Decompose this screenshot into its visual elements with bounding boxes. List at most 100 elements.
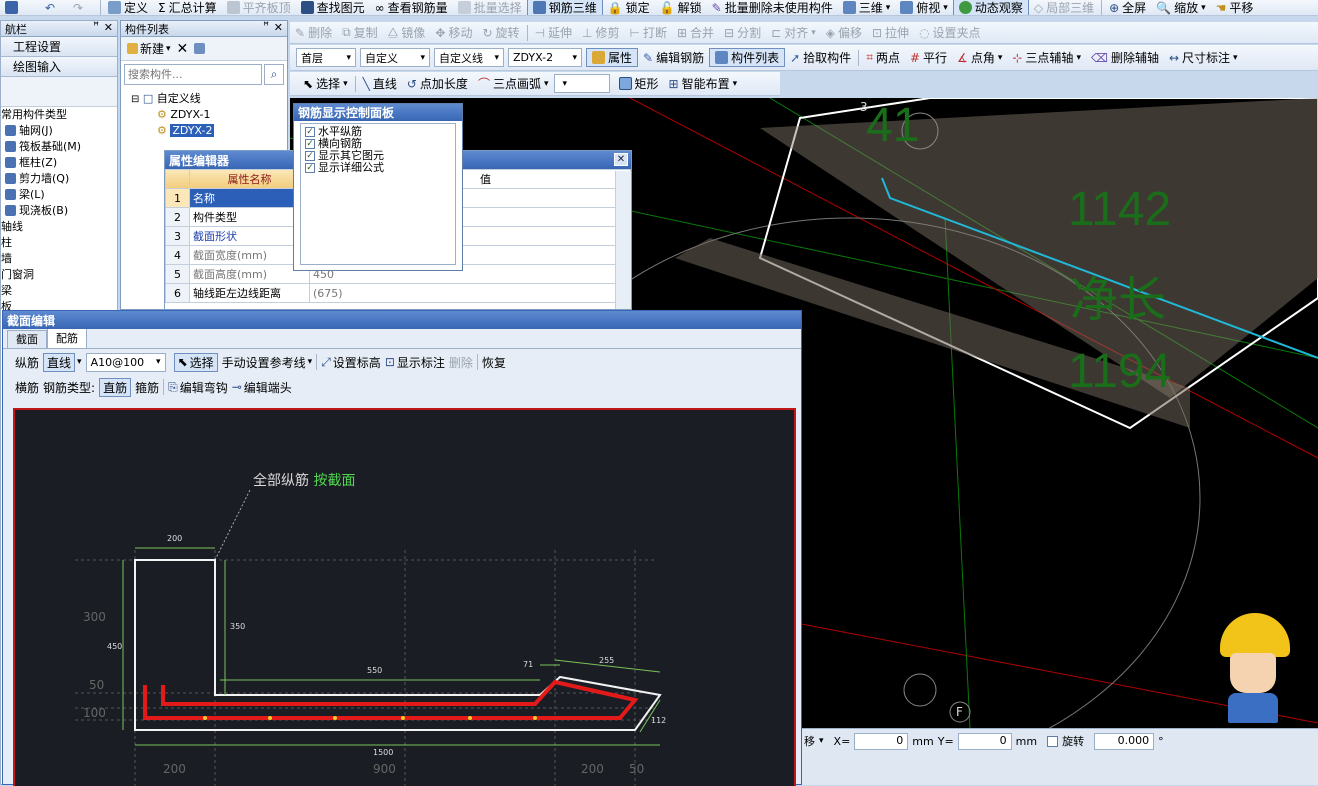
nav-cat-beam[interactable]: 梁 xyxy=(1,283,117,299)
three-point-axis-button[interactable]: ⊹ 三点辅轴 ▾ xyxy=(1007,48,1086,68)
rectangle-button[interactable]: 矩形 xyxy=(614,74,664,94)
category-select[interactable]: 自定义 xyxy=(360,48,430,67)
component-list-button[interactable]: 构件列表 xyxy=(709,48,786,67)
lock-button[interactable]: 🔒 锁定 xyxy=(603,0,655,16)
y-input[interactable]: 0 xyxy=(957,732,1012,750)
pick-component-button[interactable]: ➚ 拾取构件 xyxy=(785,48,856,68)
delete-button[interactable]: ✎ 删除 xyxy=(290,23,337,43)
save-button[interactable] xyxy=(0,0,40,15)
new-component-button[interactable]: 新建 ▾ xyxy=(127,40,171,57)
smart-layout-button[interactable]: ⊞ 智能布置 ▾ xyxy=(664,74,743,94)
align-button[interactable]: ⊏ 对齐 ▾ xyxy=(766,23,821,43)
view-3d-button[interactable]: 三维 ▾ xyxy=(838,0,896,15)
delete-button[interactable]: 删除 xyxy=(449,354,473,371)
break-button[interactable]: ⊢ 打断 xyxy=(625,23,672,43)
show-dimension-button[interactable]: ⊡ 显示标注 xyxy=(385,354,445,371)
nav-item-frame-column[interactable]: 框柱(Z) xyxy=(1,155,117,171)
nav-item-beam[interactable]: 梁(L) xyxy=(1,187,117,203)
nav-cat-column[interactable]: 柱 xyxy=(1,235,117,251)
manual-ref-line-button[interactable]: 手动设置参考线 ▾ xyxy=(222,354,313,371)
component-search-input[interactable] xyxy=(124,63,262,85)
top-view-button[interactable]: 俯视 ▾ xyxy=(895,0,953,15)
tree-root[interactable]: ⊟ □ 自定义线 xyxy=(131,91,287,107)
rotate-button[interactable]: ↻ 旋转 xyxy=(477,23,524,43)
arc-option-select[interactable] xyxy=(553,74,610,93)
nav-item-raft-foundation[interactable]: 筏板基础(M) xyxy=(1,139,117,155)
stretch-button[interactable]: ⊡ 拉伸 xyxy=(867,23,914,43)
tree-item[interactable]: ⚙ ZDYX-1 xyxy=(131,107,287,123)
zoom-button[interactable]: 🔍 缩放 ▾ xyxy=(1151,0,1211,16)
pan-button[interactable]: ☚ 平移 xyxy=(1211,0,1259,16)
tree-item-selected[interactable]: ⚙ ZDYX-2 xyxy=(131,123,287,139)
line-button[interactable]: ╲ 直线 xyxy=(358,74,402,94)
type-select[interactable]: 自定义线 xyxy=(434,48,504,67)
properties-button[interactable]: 属性 xyxy=(586,48,639,67)
tab-rebar[interactable]: 配筋 xyxy=(47,328,87,348)
undo-button[interactable]: ↶ xyxy=(40,0,68,15)
rotate-checkbox[interactable] xyxy=(1047,735,1059,747)
restore-button[interactable]: 恢复 xyxy=(482,354,506,371)
section-canvas[interactable]: 全部纵筋 按截面 200 350 550 71 255 450 112 1500… xyxy=(13,408,796,786)
collapse-icon[interactable]: ⊟ xyxy=(131,94,139,105)
local-3d-button[interactable]: ◇ 局部三维 xyxy=(1029,0,1099,16)
batch-select-button[interactable]: 批量选择 xyxy=(453,0,527,15)
type-stirrup-button[interactable]: 箍筋 xyxy=(135,379,159,396)
dimension-button[interactable]: ↔ 尺寸标注 ▾ xyxy=(1164,48,1243,68)
close-icon[interactable]: ✕ xyxy=(104,21,113,34)
delete-x-icon[interactable]: ✕ xyxy=(177,41,189,57)
x-input[interactable]: 0 xyxy=(854,732,909,750)
nav-item-slab[interactable]: 现浇板(B) xyxy=(1,203,117,219)
pin-icon[interactable]: ꟸ xyxy=(263,21,269,32)
nav-item-axis-grid[interactable]: 轴网(J) xyxy=(1,123,117,139)
view-rebar-amount-button[interactable]: ∞ 查看钢筋量 xyxy=(370,0,453,16)
mode-straight-select[interactable]: 直线 ▾ xyxy=(43,352,82,372)
table-row[interactable]: 6 轴线距左边线距离 (675) xyxy=(165,283,631,303)
nav-cat-opening[interactable]: 门窗洞 xyxy=(1,267,117,283)
trim-button[interactable]: ⊥ 修剪 xyxy=(577,23,624,43)
extend-button[interactable]: ⊣ 延伸 xyxy=(530,23,577,43)
delete-axis-button[interactable]: ⌫ 删除辅轴 xyxy=(1086,48,1164,68)
point-length-button[interactable]: ↺ 点加长度 xyxy=(402,74,473,94)
offset-button[interactable]: ◈ 偏移 xyxy=(821,23,867,43)
nav-drawing-input[interactable]: 绘图输入 xyxy=(1,57,117,77)
copy-icon[interactable] xyxy=(194,43,206,54)
rebar-3d-button[interactable]: 钢筋三维 xyxy=(526,0,603,15)
select-button[interactable]: ⬉ 选择 ▾ xyxy=(298,74,353,94)
copy-button[interactable]: ⧉ 复制 xyxy=(337,23,383,43)
parallel-button[interactable]: # 平行 xyxy=(905,48,952,68)
edit-end-button[interactable]: ⊸ 编辑端头 xyxy=(232,379,292,396)
checkbox-detail-formula[interactable]: ✓ 显示详细公式 xyxy=(305,162,451,174)
by-section-link[interactable]: 按截面 xyxy=(313,473,355,489)
close-icon[interactable]: ✕ xyxy=(274,21,283,34)
align-slab-top-button[interactable]: 平齐板顶 xyxy=(222,0,296,15)
floor-select[interactable]: 首层 xyxy=(296,48,356,67)
search-icon[interactable]: ⌕ xyxy=(264,63,284,85)
nav-group-common[interactable]: 常用构件类型 xyxy=(1,107,117,123)
fullscreen-button[interactable]: ⊕ 全屏 xyxy=(1104,0,1151,16)
three-point-arc-button[interactable]: ⌒ 三点画弧 ▾ xyxy=(473,74,554,94)
point-angle-button[interactable]: ∡ 点角 ▾ xyxy=(952,48,1007,68)
move-button[interactable]: ✥ 移动 xyxy=(430,23,477,43)
unlock-button[interactable]: 🔓 解锁 xyxy=(655,0,707,16)
redo-button[interactable]: ↷ xyxy=(68,0,98,15)
merge-button[interactable]: ⊞ 合并 xyxy=(672,23,719,43)
prop-value[interactable]: (675) xyxy=(309,283,631,303)
pin-icon[interactable]: ꟸ xyxy=(93,21,99,32)
nav-item-shear-wall[interactable]: 剪力墙(Q) xyxy=(1,171,117,187)
component-select[interactable]: ZDYX-2 xyxy=(508,48,582,67)
set-elevation-button[interactable]: ⤢ 设置标高 xyxy=(321,354,381,371)
nav-cat-axis[interactable]: 轴线 xyxy=(1,219,117,235)
type-straight-button[interactable]: 直筋 xyxy=(99,377,132,397)
select-tool-button[interactable]: ⬉ 选择 xyxy=(173,352,218,372)
set-grip-button[interactable]: ◌ 设置夹点 xyxy=(914,23,986,43)
tab-section[interactable]: 截面 xyxy=(7,330,47,348)
edit-hook-button[interactable]: ⎘ 编辑弯钩 xyxy=(168,379,228,396)
edit-rebar-button[interactable]: ✎ 编辑钢筋 xyxy=(638,48,709,68)
two-point-button[interactable]: ⌗ 两点 xyxy=(861,48,905,68)
rebar-spec-select[interactable]: A10@100 xyxy=(85,352,166,372)
split-button[interactable]: ⊟ 分割 xyxy=(719,23,766,43)
find-element-button[interactable]: 查找图元 xyxy=(296,0,370,15)
property-scrollbar[interactable] xyxy=(615,171,631,309)
mirror-button[interactable]: ⧋ 镜像 xyxy=(383,23,431,43)
summary-calc-button[interactable]: Σ 汇总计算 xyxy=(153,0,222,16)
